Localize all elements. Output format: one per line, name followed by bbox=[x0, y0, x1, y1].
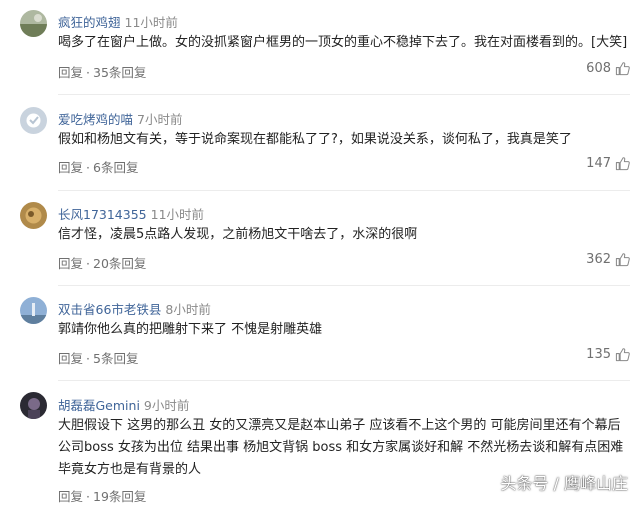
reply-button[interactable]: 回复 bbox=[58, 256, 83, 271]
comment-text-line: 喝多了在窗户上做。女的没抓紧窗户框男的一顶女的重心不稳掉下去了。我在对面楼看到的… bbox=[58, 35, 628, 50]
like-button[interactable]: 135 bbox=[586, 347, 630, 362]
separator: · bbox=[86, 489, 90, 504]
comment-text-line: 信才怪，凌晨5点路人发现，之前杨旭文干啥去了，水深的很啊 bbox=[58, 227, 418, 242]
avatar[interactable] bbox=[20, 297, 47, 324]
like-button[interactable]: 362 bbox=[586, 252, 630, 267]
like-button[interactable]: 608 bbox=[586, 61, 630, 76]
thumbs-up-icon bbox=[615, 156, 630, 171]
comment-text-line: 大胆假设下 这男的那么丑 女的又漂亮又是赵本山弟子 应该看不上这个男的 可能房间… bbox=[58, 418, 621, 433]
comment-time: 11小时前 bbox=[124, 15, 178, 30]
like-count: 135 bbox=[586, 347, 611, 362]
comment-text: 郭靖你他么真的把雕射下来了 不愧是射雕英雄 bbox=[58, 319, 623, 341]
reply-button[interactable]: 回复 bbox=[58, 160, 83, 175]
divider bbox=[58, 94, 630, 95]
reply-button[interactable]: 回复 bbox=[58, 351, 83, 366]
divider bbox=[58, 380, 630, 381]
username[interactable]: 长风17314355 bbox=[58, 207, 147, 222]
separator: · bbox=[86, 160, 90, 175]
comment-text: 喝多了在窗户上做。女的没抓紧窗户框男的一顶女的重心不稳掉下去了。我在对面楼看到的… bbox=[58, 32, 628, 54]
separator: · bbox=[86, 351, 90, 366]
username[interactable]: 双击省66市老铁县 bbox=[58, 302, 161, 317]
avatar[interactable] bbox=[20, 10, 47, 37]
comment-text-line: 郭靖你他么真的把雕射下来了 不愧是射雕英雄 bbox=[58, 322, 323, 337]
comment-time: 7小时前 bbox=[137, 112, 183, 127]
comment-time: 9小时前 bbox=[143, 398, 190, 413]
like-count: 362 bbox=[586, 252, 611, 267]
username[interactable]: 胡磊磊Gemini bbox=[58, 398, 140, 413]
watermark: 头条号 / 鹰峰山庄 bbox=[500, 474, 628, 493]
comment-text-line: 公司boss 女孩为出位 结果出事 杨旭文背锅 boss 和女方家属谈好和解 不… bbox=[58, 440, 624, 455]
thumbs-up-icon bbox=[615, 61, 630, 76]
like-count: 608 bbox=[586, 61, 611, 76]
replies-count-link[interactable]: 5条回复 bbox=[93, 351, 138, 366]
replies-count-link[interactable]: 20条回复 bbox=[93, 256, 146, 271]
username[interactable]: 爱吃烤鸡的喵 bbox=[58, 112, 133, 127]
avatar[interactable] bbox=[20, 392, 47, 419]
divider bbox=[58, 190, 630, 191]
separator: · bbox=[86, 256, 90, 271]
thumbs-up-icon bbox=[615, 347, 630, 362]
avatar[interactable] bbox=[20, 107, 47, 134]
avatar[interactable] bbox=[20, 202, 47, 229]
like-count: 147 bbox=[586, 156, 611, 171]
separator: · bbox=[86, 65, 90, 80]
replies-count-link[interactable]: 19条回复 bbox=[93, 489, 146, 504]
comment-text: 假如和杨旭文有关，等于说命案现在都能私了了?，如果说没关系，谈何私了，我真是笑了 bbox=[58, 129, 623, 151]
username[interactable]: 疯狂的鸡翅 bbox=[58, 15, 121, 30]
comment-text-line: 假如和杨旭文有关，等于说命案现在都能私了了?，如果说没关系，谈何私了，我真是笑了 bbox=[58, 132, 572, 147]
comment-time: 11小时前 bbox=[150, 207, 205, 222]
thumbs-up-icon bbox=[615, 252, 630, 267]
reply-button[interactable]: 回复 bbox=[58, 489, 83, 504]
like-button[interactable]: 147 bbox=[586, 156, 630, 171]
reply-button[interactable]: 回复 bbox=[58, 65, 83, 80]
comment-text: 信才怪，凌晨5点路人发现，之前杨旭文干啥去了，水深的很啊 bbox=[58, 224, 623, 246]
replies-count-link[interactable]: 6条回复 bbox=[93, 160, 138, 175]
replies-count-link[interactable]: 35条回复 bbox=[93, 65, 146, 80]
divider bbox=[58, 285, 630, 286]
comment-time: 8小时前 bbox=[165, 302, 211, 317]
